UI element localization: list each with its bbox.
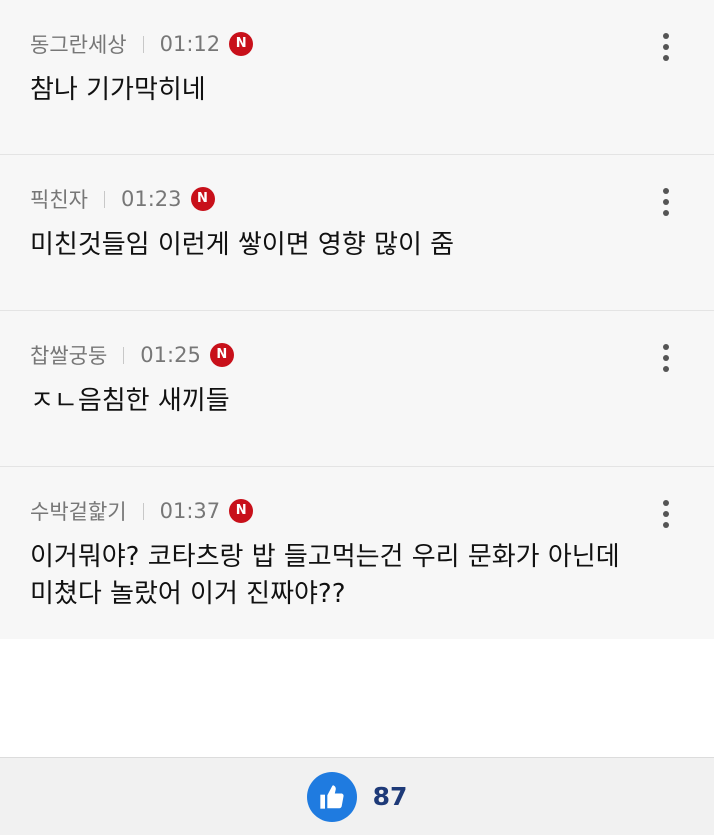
more-vertical-icon[interactable] xyxy=(662,343,670,373)
comment-author[interactable]: 픽친자 xyxy=(30,184,88,214)
meta-divider xyxy=(103,190,105,208)
comment-item: 동그란세상 01:12 N 참나 기가막히네 xyxy=(0,0,714,155)
comment-time: 01:37 xyxy=(159,499,221,523)
meta-divider xyxy=(142,502,144,520)
comment-page: 동그란세상 01:12 N 참나 기가막히네 픽친자 01:23 N 미친것들임… xyxy=(0,0,714,835)
like-button[interactable]: 87 xyxy=(306,771,408,822)
comment-text: 이거뭐야? 코타츠랑 밥 들고먹는건 우리 문화가 아닌데 미쳤다 놀랐어 이거… xyxy=(30,542,620,609)
new-badge-icon: N xyxy=(229,499,254,523)
meta-divider xyxy=(123,346,125,364)
new-badge-icon: N xyxy=(209,343,234,367)
comment-text: 미친것들임 이런게 쌓이면 영향 많이 줌 xyxy=(30,230,455,260)
comment-meta: 수박겉핥기 01:37 N xyxy=(30,496,254,526)
comment-text: 참나 기가막히네 xyxy=(30,75,206,105)
comment-meta: 픽친자 01:23 N xyxy=(30,185,215,213)
more-vertical-icon[interactable] xyxy=(662,499,670,529)
comment-text: ㅈㄴ음침한 새끼들 xyxy=(30,386,230,416)
comment-meta: 찹쌀궁둥 01:25 N xyxy=(30,341,234,369)
comment-time: 01:25 xyxy=(140,343,201,367)
comment-author[interactable]: 수박겉핥기 xyxy=(30,496,127,526)
more-vertical-icon[interactable] xyxy=(662,32,670,62)
comment-author[interactable]: 동그란세상 xyxy=(30,29,127,59)
comment-item: 수박겉핥기 01:37 N 이거뭐야? 코타츠랑 밥 들고먹는건 우리 문화가 … xyxy=(0,467,714,639)
new-badge-icon: N xyxy=(229,32,254,56)
reaction-bar: 87 xyxy=(0,757,714,835)
new-badge-icon: N xyxy=(190,187,215,211)
comment-item: 찹쌀궁둥 01:25 N ㅈㄴ음침한 새끼들 xyxy=(0,311,714,467)
comment-author[interactable]: 찹쌀궁둥 xyxy=(30,340,107,370)
comment-list: 동그란세상 01:12 N 참나 기가막히네 픽친자 01:23 N 미친것들임… xyxy=(0,0,714,639)
like-count: 87 xyxy=(372,782,408,811)
more-vertical-icon[interactable] xyxy=(662,187,670,217)
comment-time: 01:12 xyxy=(159,32,221,56)
comment-item: 픽친자 01:23 N 미친것들임 이런게 쌓이면 영향 많이 줌 xyxy=(0,155,714,311)
thumbs-up-icon[interactable] xyxy=(306,771,357,822)
meta-divider xyxy=(142,35,144,53)
comment-meta: 동그란세상 01:12 N xyxy=(30,29,254,59)
comment-time: 01:23 xyxy=(120,187,182,211)
